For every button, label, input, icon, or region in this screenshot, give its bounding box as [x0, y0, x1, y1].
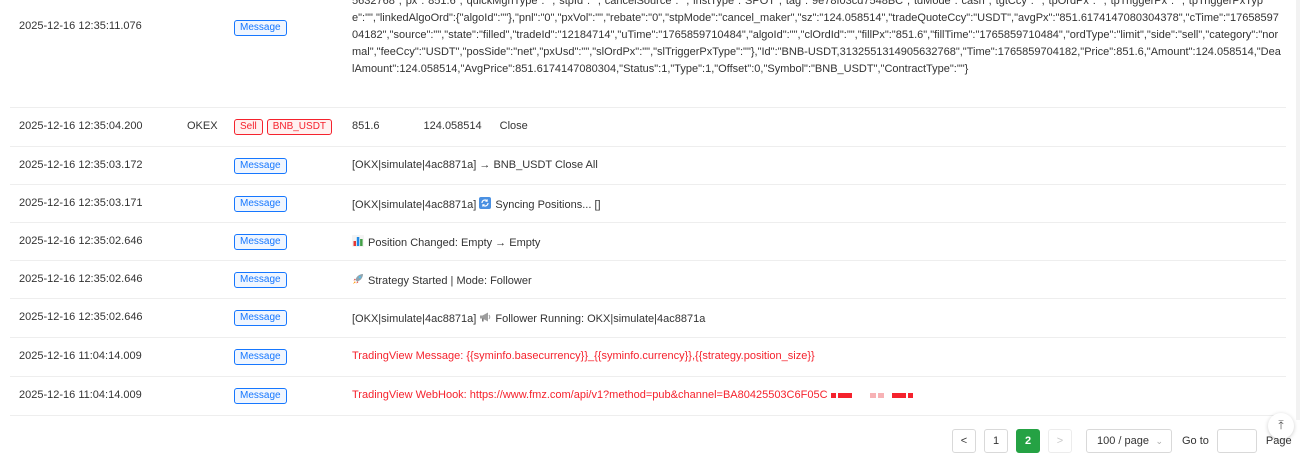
log-tags: Sell BNB_USDT [234, 119, 336, 135]
log-message: Position Changed: Empty → Empty [352, 235, 540, 249]
redacted-text [830, 389, 915, 401]
table-row: 2025-12-16 11:04:14.009 Message TradingV… [10, 338, 1286, 377]
next-page-button[interactable]: > [1048, 429, 1072, 453]
log-message: [OKX|simulate|4ac8871a] Syncing Position… [352, 197, 601, 211]
table-row: 2025-12-16 12:35:03.172 Message [OKX|sim… [10, 147, 1286, 185]
table-row: 2025-12-16 12:35:03.171 Message [OKX|sim… [10, 185, 1286, 223]
log-time: 2025-12-16 11:04:14.009 [19, 389, 142, 401]
rocket-icon [353, 274, 363, 284]
log-message-suffix: Position Changed: Empty → Empty [368, 237, 541, 249]
log-message-prefix: [OKX|simulate|4ac8871a] [352, 313, 477, 325]
trade-price: 851.6 [352, 120, 380, 132]
message-tag: Message [234, 272, 287, 288]
log-exchange: OKEX [187, 120, 218, 132]
table-row: 2025-12-16 12:35:04.200 OKEX Sell BNB_USD… [10, 108, 1286, 147]
log-tags: Message [234, 196, 291, 212]
bar-chart-icon [352, 235, 364, 247]
prev-page-button[interactable]: < [952, 429, 976, 453]
log-tags: Message [234, 388, 291, 404]
message-tag: Message [234, 20, 287, 36]
goto-label: Go to [1182, 435, 1209, 447]
log-time: 2025-12-16 11:04:14.009 [19, 350, 142, 362]
log-message: 851.6 124.058514 Close [352, 120, 528, 132]
message-tag: Message [234, 158, 287, 174]
pagination: < 1 2 > 100 / page ⌄ Go to Page [952, 429, 1292, 453]
log-time: 2025-12-16 12:35:02.646 [19, 311, 143, 323]
log-message: TradingView Message: {{syminfo.basecurre… [352, 350, 815, 362]
sell-tag: Sell [234, 119, 263, 135]
log-message: [OKX|simulate|4ac8871a] Follower Running… [352, 311, 705, 325]
table-row: 2025-12-16 12:35:02.646 Message [OKX|sim… [10, 299, 1286, 338]
log-time: 2025-12-16 12:35:02.646 [19, 273, 143, 285]
symbol-tag: BNB_USDT [266, 119, 333, 135]
log-time: 2025-12-16 12:35:04.200 [19, 120, 143, 132]
chevron-down-icon: ⌄ [1155, 436, 1163, 446]
log-tags: Message [234, 272, 291, 288]
log-message-suffix: Follower Running: OKX|simulate|4ac8871a [495, 313, 706, 325]
log-message-prefix: [OKX|simulate|4ac8871a] [352, 199, 477, 211]
log-tags: Message [234, 234, 291, 250]
log-message: 5632768","px":"851.6","quickMgnType":"",… [352, 0, 1281, 75]
goto-suffix: Page [1265, 435, 1292, 447]
trade-action: Close [499, 120, 528, 132]
message-tag: Message [234, 234, 287, 250]
log-tags: Message [234, 349, 291, 365]
page-button[interactable]: 1 [984, 429, 1008, 453]
log-message: Strategy Started | Mode: Follower [352, 273, 532, 287]
log-message-suffix: Syncing Positions... [] [495, 199, 601, 211]
log-message-prefix: TradingView WebHook: https://www.fmz.com… [352, 389, 828, 401]
message-tag: Message [234, 349, 287, 365]
log-time: 2025-12-16 12:35:03.172 [19, 159, 143, 171]
message-tag: Message [234, 310, 287, 326]
page-size-value: 100 / page [1097, 435, 1149, 447]
log-time: 2025-12-16 12:35:02.646 [19, 235, 143, 247]
scrollbar[interactable] [1296, 0, 1300, 420]
sync-icon [479, 197, 492, 209]
table-row: 2025-12-16 12:35:02.646 Message Position… [10, 223, 1286, 261]
log-message: [OKX|simulate|4ac8871a] → BNB_USDT Close… [352, 159, 598, 171]
log-message: TradingView WebHook: https://www.fmz.com… [352, 389, 915, 401]
log-time: 2025-12-16 12:35:03.171 [19, 197, 143, 209]
table-row: 2025-12-16 11:04:14.009 Message TradingV… [10, 377, 1286, 416]
page-size-select[interactable]: 100 / page ⌄ [1086, 429, 1172, 453]
log-message-suffix: Strategy Started | Mode: Follower [368, 275, 532, 287]
megaphone-icon [480, 312, 491, 322]
table-row: 2025-12-16 12:35:11.076 Message 5632768"… [10, 0, 1286, 108]
page-button-active[interactable]: 2 [1016, 429, 1040, 453]
log-tags: Message [234, 158, 291, 174]
message-tag: Message [234, 196, 287, 212]
message-tag: Message [234, 388, 287, 404]
log-tags: Message [234, 310, 291, 326]
trade-amount: 124.058514 [423, 120, 482, 132]
table-row: 2025-12-16 12:35:02.646 Message Strategy… [10, 261, 1286, 299]
goto-page-input[interactable] [1216, 429, 1257, 453]
log-time: 2025-12-16 12:35:11.076 [19, 20, 142, 32]
log-tags: Message [234, 20, 291, 36]
